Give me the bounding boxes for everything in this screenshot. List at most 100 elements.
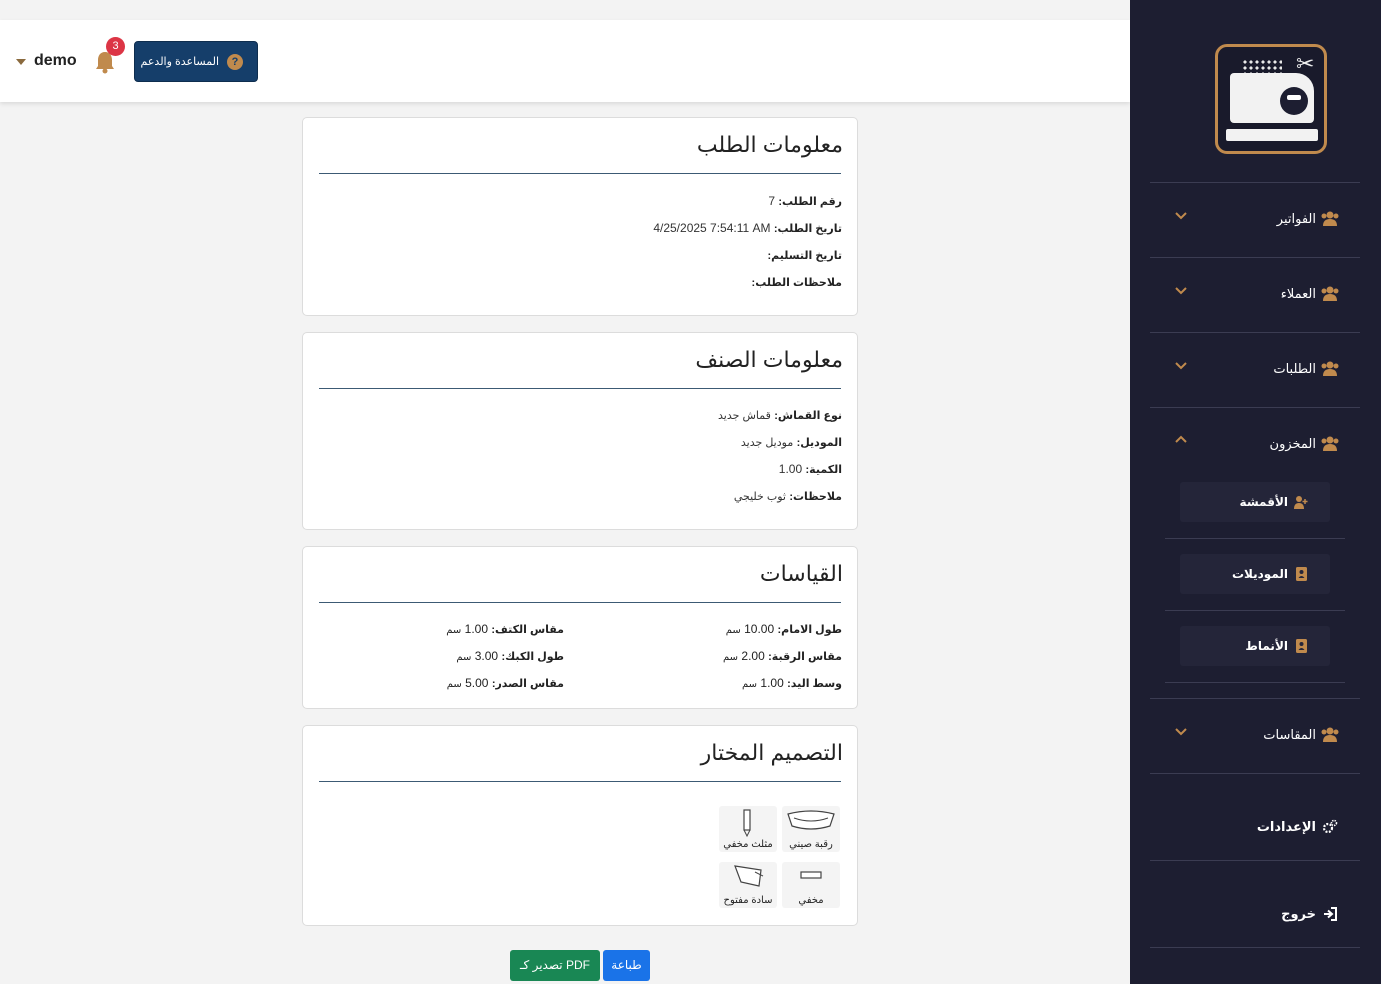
design-caption: سادة مفتوح — [723, 895, 773, 906]
order-notes-row: ملاحظات الطلب: — [752, 275, 842, 289]
item-notes-value: ثوب خليجي — [733, 491, 786, 503]
sidebar-item-measurements[interactable]: المقاسات — [1150, 698, 1360, 772]
item-info-card: معلومات الصنف نوع القماش: قماش جديد المو… — [302, 332, 858, 530]
sidebar-item-logout[interactable]: خروج — [1150, 884, 1360, 944]
sidebar-subitem-patterns[interactable]: الأنماط — [1180, 626, 1330, 666]
sidebar-item-inventory[interactable]: المخزون — [1150, 407, 1360, 481]
model-label: الموديل: — [796, 437, 842, 449]
sidebar-subitem-label: الأقمشة — [1239, 495, 1288, 509]
order-date-label: تاريخ الطلب: — [773, 223, 842, 235]
chevron-up-icon[interactable] — [1172, 431, 1190, 449]
divider — [1150, 860, 1360, 861]
chevron-down-icon[interactable] — [1172, 206, 1190, 224]
order-info-title: معلومات الطلب — [696, 132, 843, 157]
divider — [1150, 947, 1360, 948]
address-book-icon — [1296, 639, 1307, 653]
unit-label: سم — [446, 625, 462, 636]
unit-label: سم — [456, 652, 472, 663]
sidebar-item-customers[interactable]: العملاء — [1150, 257, 1360, 331]
pen-pocket-icon — [743, 809, 751, 838]
sidebar-subitem-fabrics[interactable]: الأقمشة — [1180, 482, 1330, 522]
users-icon — [1321, 211, 1339, 226]
item-notes-row: ملاحظات: ثوب خليجي — [734, 489, 842, 503]
divider — [1165, 610, 1345, 611]
delivery-date-row: تاريخ التسليم: — [767, 248, 842, 262]
divider — [319, 388, 841, 389]
sidebar-item-label: الفواتير — [1276, 211, 1316, 226]
scissors-icon: ✂ — [1296, 51, 1315, 76]
order-info-card: معلومات الطلب رقم الطلب: 7 تاريخ الطلب: … — [302, 117, 858, 316]
app-logo: ✂ — [1215, 44, 1327, 154]
sidebar-subitem-label: الموديلات — [1231, 567, 1288, 581]
item-info-title: معلومات الصنف — [695, 347, 843, 372]
model-row: الموديل: موديل جديد — [741, 435, 842, 449]
order-notes-label: ملاحظات الطلب: — [751, 277, 842, 289]
sidebar-item-label: الإعدادات — [1256, 819, 1316, 834]
order-date-row: تاريخ الطلب: 4/25/2025 7:54:11 AM — [653, 221, 842, 235]
chevron-down-icon[interactable] — [1172, 356, 1190, 374]
address-book-icon — [1296, 567, 1307, 581]
export-pdf-button[interactable]: تصدير كـ PDF — [510, 950, 600, 981]
order-date-value: 4/25/2025 7:54:11 AM — [653, 221, 771, 235]
chevron-down-icon[interactable] — [1172, 281, 1190, 299]
quantity-value: 1.00 — [778, 462, 803, 476]
help-support-button[interactable]: المساعدة والدعم ? — [134, 41, 258, 82]
hidden-placket-icon — [800, 871, 822, 879]
design-caption: رقبة صيني — [789, 839, 833, 850]
front-length-label: طول الامام: — [777, 624, 843, 636]
divider — [1165, 682, 1345, 683]
quantity-row: الكمية: 1.00 — [779, 462, 842, 476]
order-number-value: 7 — [768, 194, 776, 208]
sidebar-item-orders[interactable]: الطلبات — [1150, 332, 1360, 406]
design-option: مخفي — [782, 862, 840, 908]
sign-out-icon — [1324, 907, 1337, 921]
design-option: رقبة صيني — [782, 806, 840, 852]
neck-size-label: مقاس الرقبة: — [768, 651, 842, 663]
mid-arm-value: 1.00 — [760, 676, 784, 690]
measurements-title: القياسات — [759, 561, 843, 586]
sidebar-item-settings[interactable]: الإعدادات — [1150, 797, 1360, 857]
notification-count-badge: 3 — [106, 37, 125, 56]
user-menu-caret-icon[interactable] — [16, 59, 26, 65]
fabric-value: قماش جديد — [718, 410, 771, 422]
neck-size-value: 2.00 — [741, 649, 765, 663]
print-button[interactable]: طباعة — [603, 950, 650, 981]
unit-label: سم — [742, 679, 758, 690]
users-icon — [1321, 727, 1339, 742]
sidebar-item-label: خروج — [1281, 906, 1316, 921]
chest-size-value: 5.00 — [465, 676, 489, 690]
cuff-length-value: 3.00 — [474, 649, 499, 663]
design-option: سادة مفتوح — [719, 862, 777, 908]
unit-label: سم — [446, 679, 462, 690]
unit-label: سم — [725, 625, 741, 636]
neck-size-row: مقاس الرقبة: 2.00 سم — [723, 649, 842, 663]
users-icon — [1321, 361, 1339, 376]
chest-size-label: مقاس الصدر: — [491, 678, 564, 690]
top-header: demo 3 المساعدة والدعم ? — [0, 20, 1130, 102]
users-icon — [1321, 436, 1339, 451]
sidebar-item-label: المقاسات — [1263, 727, 1316, 742]
design-caption: مخفي — [798, 895, 824, 906]
user-menu[interactable]: demo — [34, 52, 77, 70]
design-option: مثلث مخفي — [719, 806, 777, 852]
selected-design-card: التصميم المختار رقبة صيني مثلث مخفي مخفي… — [302, 725, 858, 926]
divider — [1150, 773, 1360, 774]
model-value: موديل جديد — [740, 437, 794, 449]
item-notes-label: ملاحظات: — [789, 491, 842, 503]
sidebar-subitem-label: الأنماط — [1245, 639, 1288, 653]
fabric-row: نوع القماش: قماش جديد — [718, 408, 842, 422]
fabric-label: نوع القماش: — [774, 410, 842, 422]
chevron-down-icon[interactable] — [1172, 722, 1190, 740]
question-icon: ? — [227, 54, 243, 70]
divider — [1165, 538, 1345, 539]
sidebar: ✂ الفواتير العملاء الطلبات المخزون الأقم… — [1130, 0, 1381, 984]
cuff-length-row: طول الكبك: 3.00 سم — [456, 649, 564, 663]
sidebar-subitem-models[interactable]: الموديلات — [1180, 554, 1330, 594]
delivery-date-label: تاريخ التسليم: — [767, 250, 842, 262]
users-icon — [1321, 286, 1339, 301]
sidebar-item-invoices[interactable]: الفواتير — [1150, 182, 1360, 256]
help-support-label: المساعدة والدعم — [140, 56, 219, 68]
front-length-row: طول الامام: 10.00 سم — [726, 622, 842, 636]
open-pocket-icon — [734, 865, 764, 887]
cuff-length-label: طول الكبك: — [501, 651, 564, 663]
